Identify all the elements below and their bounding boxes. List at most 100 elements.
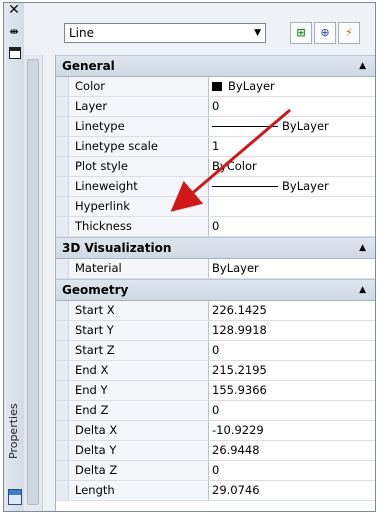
property-value-text: 215.2195 — [212, 363, 267, 377]
property-value-text: ByLayer — [282, 179, 329, 193]
section-general: General ▲ Color ByLayer Layer 0 Linetype ByLaye… — [56, 55, 375, 237]
collapse-icon[interactable]: ▲ — [359, 280, 366, 300]
property-value[interactable]: ByLayer — [209, 77, 375, 96]
property-value-text: ByLayer — [228, 79, 275, 93]
property-row[interactable]: Color ByLayer — [56, 77, 375, 97]
property-value-text: ByLayer — [212, 261, 259, 275]
property-value[interactable]: -10.9229 — [209, 421, 375, 440]
property-value-text: ByColor — [212, 159, 257, 173]
row-gutter — [56, 197, 69, 216]
property-name: Color — [69, 77, 209, 96]
property-value-text: -10.9229 — [212, 423, 264, 437]
property-value[interactable]: 29.0746 — [209, 481, 375, 500]
property-row[interactable]: End X 215.2195 — [56, 361, 375, 381]
property-value[interactable]: 0 — [209, 97, 375, 116]
property-name: Start Z — [69, 341, 209, 360]
properties-icon — [8, 489, 22, 505]
property-value[interactable]: 26.9448 — [209, 441, 375, 460]
object-type-value: Line — [69, 26, 95, 40]
property-name: Linetype scale — [69, 137, 209, 156]
toggle-pickadd-button[interactable]: ⊞ — [290, 22, 312, 44]
property-value-text: ByLayer — [282, 119, 329, 133]
property-value[interactable]: 1 — [209, 137, 375, 156]
row-gutter — [56, 217, 69, 236]
section-3d-visualization: 3D Visualization ▲ Material ByLayer — [56, 237, 375, 279]
property-value-text: 29.0746 — [212, 483, 260, 497]
palette-title-bar: ✕ ⇹ Properties — [4, 3, 25, 511]
property-row[interactable]: Start Y 128.9918 — [56, 321, 375, 341]
property-value[interactable]: ByLayer — [209, 117, 375, 136]
property-name: End Z — [69, 401, 209, 420]
property-value-text: 0 — [212, 463, 220, 477]
color-swatch-icon — [212, 82, 222, 91]
property-row[interactable]: Plot style ByColor — [56, 157, 375, 177]
properties-menu-icon[interactable] — [9, 47, 21, 59]
left-scrollbar[interactable] — [24, 55, 43, 511]
property-value-text: 0 — [212, 99, 220, 113]
property-row[interactable]: Start Z0 — [56, 341, 375, 361]
close-icon[interactable]: ✕ — [7, 3, 21, 17]
property-value[interactable]: 0 — [209, 401, 375, 420]
property-value-text: 155.9366 — [212, 383, 267, 397]
row-gutter — [56, 301, 69, 320]
property-name: Material — [69, 259, 209, 278]
row-gutter — [56, 401, 69, 420]
line-preview-icon — [212, 186, 278, 187]
row-gutter — [56, 421, 69, 440]
property-name: Start Y — [69, 321, 209, 340]
property-row[interactable]: Delta Z0 — [56, 461, 375, 481]
property-row[interactable]: Linetype ByLayer — [56, 117, 375, 137]
property-value[interactable]: 215.2195 — [209, 361, 375, 380]
section-header[interactable]: Geometry ▲ — [56, 279, 375, 301]
row-gutter — [56, 461, 69, 480]
property-row[interactable]: Delta Y 26.9448 — [56, 441, 375, 461]
property-row[interactable]: Start X 226.1425 — [56, 301, 375, 321]
property-value[interactable]: 128.9918 — [209, 321, 375, 340]
section-title: Geometry — [62, 283, 129, 297]
section-header[interactable]: 3D Visualization ▲ — [56, 237, 375, 259]
collapse-icon[interactable]: ▲ — [359, 56, 366, 76]
collapse-icon[interactable]: ▲ — [359, 238, 366, 258]
property-value[interactable]: 0 — [209, 461, 375, 480]
property-row[interactable]: Linetype scale 1 — [56, 137, 375, 157]
property-row[interactable]: Thickness 0 — [56, 217, 375, 237]
row-gutter — [56, 117, 69, 136]
property-row[interactable]: End Y 155.9366 — [56, 381, 375, 401]
select-objects-button[interactable]: ⊕ — [314, 22, 336, 44]
row-gutter — [56, 259, 69, 278]
property-value-text: 128.9918 — [212, 323, 267, 337]
property-value[interactable]: 155.9366 — [209, 381, 375, 400]
property-value-text: 0 — [212, 219, 220, 233]
property-row[interactable]: Hyperlink — [56, 197, 375, 217]
property-value[interactable]: 0 — [209, 341, 375, 360]
auto-hide-icon[interactable]: ⇹ — [7, 25, 21, 39]
row-gutter — [56, 441, 69, 460]
property-value-text: 0 — [212, 343, 220, 357]
property-row[interactable]: End Z0 — [56, 401, 375, 421]
scrollbar-thumb[interactable] — [27, 59, 39, 505]
property-row[interactable]: Layer 0 — [56, 97, 375, 117]
property-value[interactable]: ByLayer — [209, 177, 375, 196]
object-type-dropdown[interactable]: Line ▼ — [64, 23, 266, 43]
property-value[interactable]: 226.1425 — [209, 301, 375, 320]
property-row[interactable]: Material ByLayer — [56, 259, 375, 279]
property-name: Thickness — [69, 217, 209, 236]
property-value[interactable]: ByLayer — [209, 259, 375, 278]
property-value[interactable] — [209, 197, 375, 216]
property-name: Start X — [69, 301, 209, 320]
property-name: Hyperlink — [69, 197, 209, 216]
section-title: General — [62, 59, 115, 73]
quick-select-button[interactable]: ⚡ — [338, 22, 360, 44]
property-row[interactable]: Lineweight ByLayer — [56, 177, 375, 197]
row-gutter — [56, 97, 69, 116]
section-header[interactable]: General ▲ — [56, 55, 375, 77]
property-row[interactable]: Length 29.0746 — [56, 481, 375, 501]
property-value[interactable]: ByColor — [209, 157, 375, 176]
property-value[interactable]: 0 — [209, 217, 375, 236]
row-gutter — [56, 77, 69, 96]
property-name: Lineweight — [69, 177, 209, 196]
property-name: End X — [69, 361, 209, 380]
property-row[interactable]: Delta X -10.9229 — [56, 421, 375, 441]
selection-toolbar: Line ▼ ⊞ ⊕ ⚡ — [24, 3, 375, 55]
property-value-text: 226.1425 — [212, 303, 267, 317]
